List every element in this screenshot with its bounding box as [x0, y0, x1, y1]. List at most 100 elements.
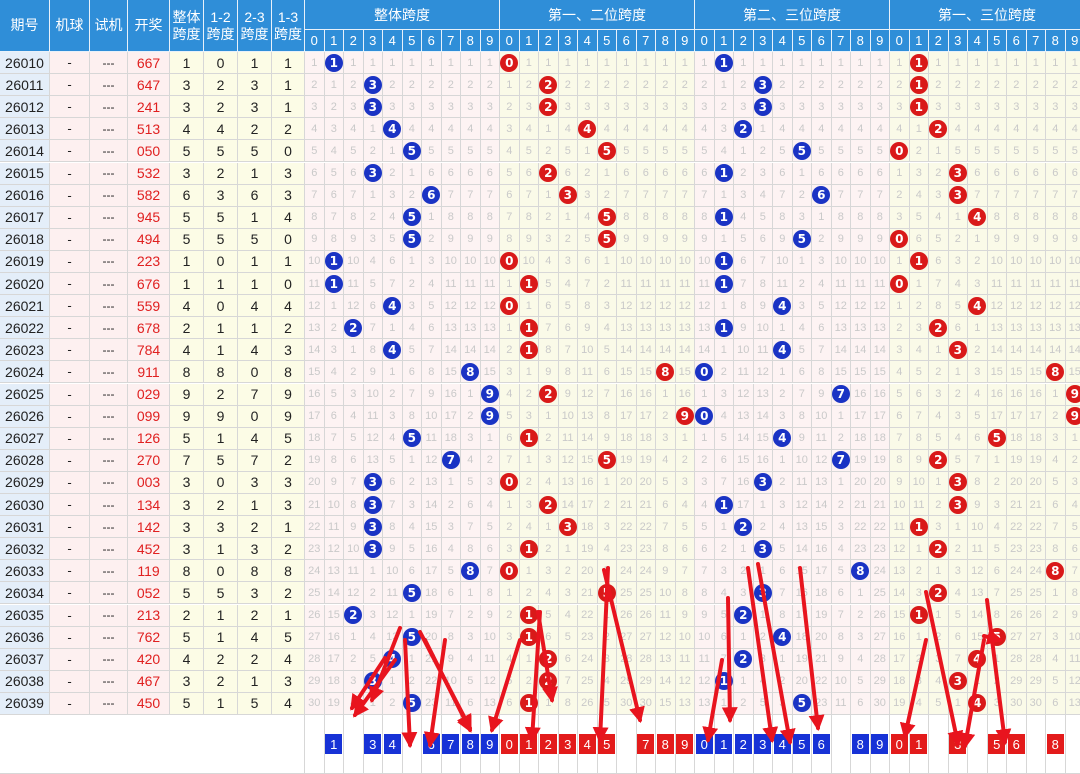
cell-span: 8 — [238, 560, 272, 583]
trend-cell: 4 — [929, 206, 949, 229]
cell-machine: - — [50, 405, 90, 428]
footer-cell[interactable]: 2 — [539, 715, 559, 774]
pick-square[interactable]: 1 — [325, 734, 343, 754]
footer-cell[interactable]: 4 — [578, 715, 598, 774]
trend-cell: 3 — [831, 96, 851, 119]
pick-square[interactable]: 3 — [559, 734, 577, 754]
pick-square[interactable]: 7 — [637, 734, 655, 754]
pick-square[interactable]: 1 — [910, 734, 928, 754]
group-header[interactable]: 整体跨度 — [305, 0, 500, 30]
footer-cell[interactable]: 8 — [461, 715, 481, 774]
footer-cell[interactable]: 7 — [636, 715, 656, 774]
pick-square[interactable]: 1 — [715, 734, 733, 754]
footer-cell[interactable]: 9 — [870, 715, 890, 774]
footer-cell[interactable]: 7 — [441, 715, 461, 774]
pick-square[interactable]: 9 — [676, 734, 694, 754]
footer-cell[interactable]: 1 — [909, 715, 929, 774]
footer-cell[interactable] — [617, 715, 637, 774]
pick-square[interactable]: 1 — [520, 734, 538, 754]
footer-cell[interactable]: 0 — [500, 715, 520, 774]
footer-cell[interactable]: 3 — [558, 715, 578, 774]
footer-cell[interactable]: 3 — [753, 715, 773, 774]
span-ball: 2 — [929, 119, 948, 138]
footer-cell[interactable]: 6 — [812, 715, 832, 774]
pick-square[interactable]: 6 — [812, 734, 830, 754]
footer-cell[interactable]: 3 — [948, 715, 968, 774]
footer-cell[interactable]: 3 — [363, 715, 383, 774]
pick-square[interactable]: 0 — [890, 734, 908, 754]
footer-cell[interactable] — [831, 715, 851, 774]
header-overall-span[interactable]: 整体跨度 — [170, 0, 204, 52]
trend-cell: 16 — [422, 538, 442, 561]
pick-square[interactable]: 3 — [364, 734, 382, 754]
footer-cell[interactable]: 6 — [1007, 715, 1027, 774]
footer-cell[interactable]: 4 — [383, 715, 403, 774]
footer-cell[interactable]: 1 — [714, 715, 734, 774]
pick-square[interactable]: 2 — [539, 734, 557, 754]
footer-cell[interactable]: 0 — [695, 715, 715, 774]
pick-square[interactable]: 2 — [734, 734, 752, 754]
pick-square[interactable]: 5 — [793, 734, 811, 754]
footer-cell[interactable] — [402, 715, 422, 774]
trend-cell: 22 — [812, 670, 832, 693]
pick-square[interactable]: 4 — [773, 734, 791, 754]
footer-cell[interactable] — [968, 715, 988, 774]
pick-square[interactable]: 0 — [695, 734, 713, 754]
footer-cell[interactable]: 1 — [324, 715, 344, 774]
footer-cell[interactable] — [1026, 715, 1046, 774]
pick-square[interactable]: 6 — [422, 734, 440, 754]
footer-cell[interactable]: 8 — [656, 715, 676, 774]
footer-cell[interactable]: 1 — [519, 715, 539, 774]
header-draw[interactable]: 开奖 — [128, 0, 170, 52]
cell-period: 26022 — [0, 317, 50, 340]
trend-cell: 14 — [1065, 339, 1080, 362]
footer-cell[interactable]: 6 — [422, 715, 442, 774]
footer-cell[interactable]: 5 — [987, 715, 1007, 774]
pick-square[interactable]: 7 — [442, 734, 460, 754]
span-ball: 4 — [383, 340, 402, 359]
footer-cell[interactable] — [1065, 715, 1080, 774]
header-trial[interactable]: 试机 — [90, 0, 128, 52]
trend-cell: 11 — [812, 427, 832, 450]
footer-cell[interactable] — [929, 715, 949, 774]
pick-square[interactable]: 4 — [578, 734, 596, 754]
pick-square[interactable]: 3 — [754, 734, 772, 754]
pick-square[interactable]: 8 — [656, 734, 674, 754]
footer-cell[interactable]: 5 — [792, 715, 812, 774]
footer-cell[interactable] — [305, 715, 325, 774]
footer-cell[interactable] — [344, 715, 364, 774]
footer-cell[interactable]: 9 — [480, 715, 500, 774]
trend-cell: 19 — [851, 449, 871, 472]
pick-square[interactable]: 8 — [461, 734, 479, 754]
footer-cell[interactable]: 4 — [773, 715, 793, 774]
footer-cell[interactable]: 2 — [734, 715, 754, 774]
header-period[interactable]: 期号 — [0, 0, 50, 52]
header-span12[interactable]: 1-2跨度 — [204, 0, 238, 52]
group-header[interactable]: 第一、三位跨度 — [890, 0, 1080, 30]
pick-square[interactable]: 0 — [500, 734, 518, 754]
pick-square[interactable]: 5 — [598, 734, 616, 754]
trend-cell: 5 — [695, 516, 715, 539]
header-span23[interactable]: 2-3跨度 — [238, 0, 272, 52]
pick-square[interactable]: 4 — [383, 734, 401, 754]
group-header[interactable]: 第一、二位跨度 — [500, 0, 695, 30]
group-header[interactable]: 第二、三位跨度 — [695, 0, 890, 30]
pick-square[interactable]: 5 — [988, 734, 1006, 754]
pick-square[interactable]: 8 — [851, 734, 869, 754]
trend-cell: 15 — [1007, 361, 1027, 384]
pick-square[interactable]: 3 — [949, 734, 967, 754]
cell-machine: - — [50, 140, 90, 163]
header-span13[interactable]: 1-3跨度 — [272, 0, 305, 52]
trend-cell: 4 — [831, 118, 851, 141]
footer-cell[interactable]: 8 — [851, 715, 871, 774]
header-machine[interactable]: 机球 — [50, 0, 90, 52]
footer-cell[interactable]: 9 — [675, 715, 695, 774]
pick-square[interactable]: 8 — [1046, 734, 1064, 754]
pick-square[interactable]: 9 — [481, 734, 499, 754]
footer-cell[interactable]: 8 — [1046, 715, 1066, 774]
cell-period: 26015 — [0, 162, 50, 185]
pick-square[interactable]: 6 — [1007, 734, 1025, 754]
footer-cell[interactable]: 0 — [890, 715, 910, 774]
pick-square[interactable]: 9 — [871, 734, 889, 754]
footer-cell[interactable]: 5 — [597, 715, 617, 774]
